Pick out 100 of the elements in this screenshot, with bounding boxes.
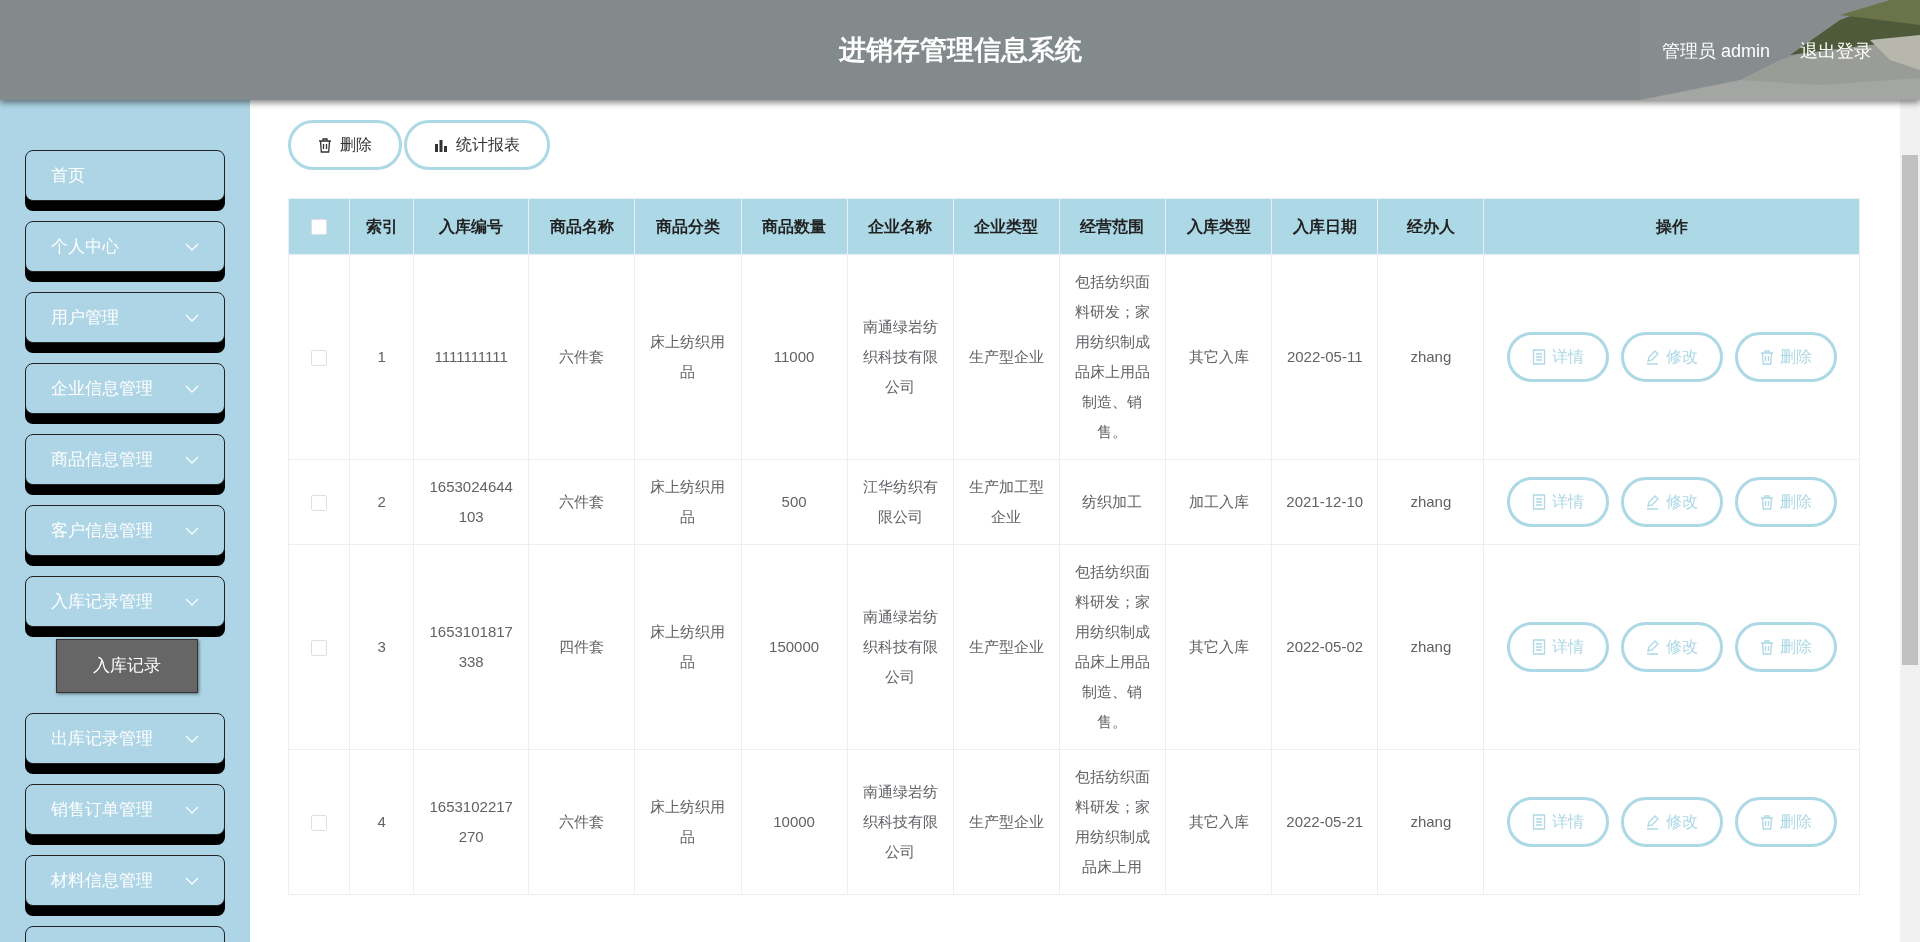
details-button[interactable]: 详情	[1506, 797, 1609, 847]
edit-button[interactable]: 修改	[1620, 797, 1723, 847]
table-cell: zhang	[1410, 638, 1452, 655]
document-icon	[1531, 349, 1546, 365]
column-header: 企业类型	[953, 198, 1060, 255]
document-icon	[1531, 814, 1546, 830]
delete-button[interactable]: 删除	[288, 120, 402, 170]
trash-icon	[1759, 349, 1774, 365]
details-button[interactable]: 详情	[1506, 332, 1609, 382]
table-cell: 2022-05-02	[1286, 638, 1364, 655]
trash-icon	[1759, 639, 1774, 655]
pen-icon	[1645, 814, 1661, 830]
table-cell: 1653101817338	[429, 623, 513, 670]
edit-button[interactable]: 修改	[1620, 622, 1723, 672]
checkbox[interactable]	[311, 494, 328, 511]
checkbox[interactable]	[311, 639, 328, 656]
table-cell: 1	[377, 348, 386, 365]
table-cell: 500	[781, 493, 807, 510]
table-cell: 床上纺织用品	[650, 798, 726, 845]
column-header: 入库编号	[413, 198, 529, 255]
checkbox[interactable]	[311, 814, 328, 831]
document-icon	[1531, 639, 1546, 655]
column-header: 入库日期	[1271, 198, 1378, 255]
pen-icon	[1645, 494, 1661, 510]
menu-item-label: 出库记录管理	[51, 727, 153, 750]
table-cell: 四件套	[559, 638, 605, 655]
menu-item-label: 销售订单管理	[51, 798, 153, 821]
checkbox[interactable]	[311, 219, 328, 236]
table-cell: 其它入库	[1188, 813, 1249, 830]
pen-icon	[1645, 639, 1661, 655]
column-header: 入库类型	[1165, 198, 1272, 255]
table-cell: 南通绿岩纺织科技有限公司	[862, 783, 938, 860]
table-cell: 4	[377, 813, 386, 830]
column-header: 索引	[349, 198, 414, 255]
table-cell: 11000	[773, 348, 815, 365]
details-button[interactable]: 详情	[1506, 622, 1609, 672]
table-cell: 包括纺织面料研发；家用纺织制成品床上用	[1074, 768, 1150, 875]
table-cell: 江华纺织有限公司	[862, 478, 938, 525]
menu-item-label: 入库记录管理	[51, 590, 153, 613]
pen-icon	[1645, 349, 1661, 365]
chevron-down-icon	[185, 455, 199, 464]
details-button[interactable]: 详情	[1506, 477, 1609, 527]
chevron-down-icon	[185, 526, 199, 535]
table-cell: 包括纺织面料研发；家用纺织制成品床上用品制造、销售。	[1074, 273, 1150, 440]
trash-icon	[1759, 494, 1774, 510]
bar-chart-icon	[434, 138, 448, 152]
delete-button[interactable]: 删除	[1734, 797, 1837, 847]
submenu-item[interactable]: 入库记录	[56, 639, 198, 693]
column-header: 商品分类	[634, 198, 742, 255]
table-cell: 2021-12-10	[1286, 493, 1364, 510]
chevron-down-icon	[185, 313, 199, 322]
menu-item-label: 用户管理	[51, 306, 119, 329]
delete-button[interactable]: 删除	[1734, 477, 1837, 527]
table-cell: 2	[377, 493, 386, 510]
table-cell: 生产型企业	[968, 638, 1044, 655]
delete-button[interactable]: 删除	[1734, 622, 1837, 672]
chevron-down-icon	[185, 876, 199, 885]
column-header: 商品数量	[741, 198, 848, 255]
report-button[interactable]: 统计报表	[404, 120, 550, 170]
table-cell: 2022-05-11	[1286, 348, 1363, 365]
table-cell: 1111111111	[434, 348, 508, 365]
menu-item-label: 首页	[51, 164, 85, 187]
scrollbar[interactable]	[1900, 100, 1920, 942]
table-cell: 2022-05-21	[1286, 813, 1364, 830]
table-cell: 南通绿岩纺织科技有限公司	[862, 608, 938, 685]
column-header: 商品名称	[528, 198, 635, 255]
app-title: 进销存管理信息系统	[838, 33, 1082, 67]
table-cell: 生产加工型企业	[968, 478, 1044, 525]
menu-item-label: 商品信息管理	[51, 448, 153, 471]
checkbox[interactable]	[311, 349, 328, 366]
menu-item-label: 企业信息管理	[51, 377, 153, 400]
table-cell: 六件套	[559, 348, 605, 365]
table-cell: 其它入库	[1188, 348, 1249, 365]
menu-item-label: 个人中心	[51, 235, 119, 258]
column-header: 经营范围	[1059, 198, 1166, 255]
table-cell: 150000	[769, 638, 820, 655]
table-cell: 包括纺织面料研发；家用纺织制成品床上用品制造、销售。	[1074, 563, 1150, 730]
chevron-down-icon	[185, 242, 199, 251]
table-cell: 其它入库	[1188, 638, 1249, 655]
table-cell: 1653024644103	[429, 478, 513, 525]
table-cell: zhang	[1410, 348, 1452, 365]
table-cell: zhang	[1410, 813, 1452, 830]
table-cell: 生产型企业	[968, 813, 1044, 830]
chevron-down-icon	[185, 384, 199, 393]
edit-button[interactable]: 修改	[1620, 332, 1723, 382]
table-cell: 床上纺织用品	[650, 333, 726, 380]
column-header: 经办人	[1377, 198, 1484, 255]
chevron-down-icon	[185, 734, 199, 743]
table-cell: 10000	[773, 813, 815, 830]
table-cell: 1653102217270	[429, 798, 513, 845]
table-cell: 六件套	[559, 493, 605, 510]
table-cell: zhang	[1410, 493, 1452, 510]
trash-icon	[318, 137, 332, 153]
menu-item-label: 客户信息管理	[51, 519, 153, 542]
edit-button[interactable]: 修改	[1620, 477, 1723, 527]
table-cell: 床上纺织用品	[650, 623, 726, 670]
delete-button[interactable]: 删除	[1734, 332, 1837, 382]
table-cell: 生产型企业	[968, 348, 1044, 365]
chevron-down-icon	[185, 597, 199, 606]
table-cell: 加工入库	[1188, 493, 1249, 510]
